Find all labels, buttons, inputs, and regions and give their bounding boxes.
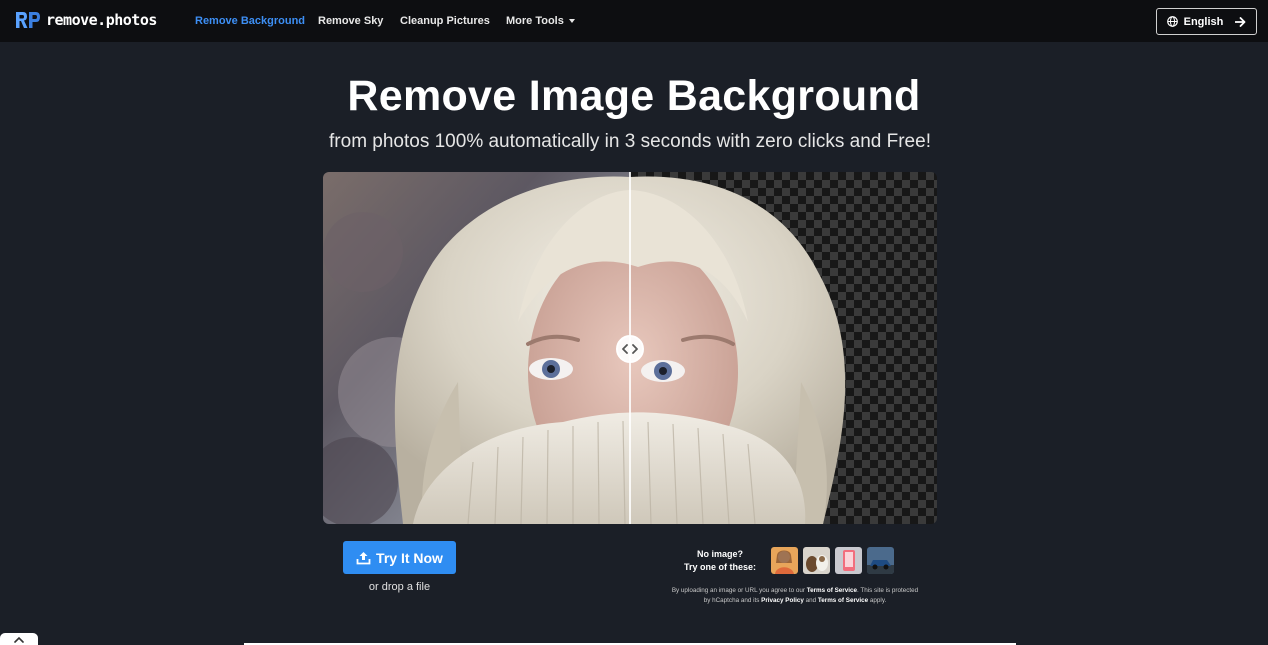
page-subtitle: from photos 100% automatically in 3 seco… — [329, 131, 931, 152]
try-it-now-label: Try It Now — [376, 549, 443, 566]
chevron-down-icon — [568, 19, 575, 24]
logo-mark-icon — [16, 12, 40, 28]
sample-images — [771, 547, 894, 574]
arrow-right-icon — [1235, 16, 1246, 27]
more-tools-label: More Tools — [506, 15, 564, 27]
before-after-comparison[interactable] — [323, 172, 937, 524]
scroll-top-button[interactable] — [0, 633, 38, 645]
page-title: Remove Image Background — [347, 72, 921, 120]
nav-link-more-tools[interactable]: More Tools — [506, 15, 575, 27]
language-selector-button[interactable]: English — [1156, 8, 1257, 35]
drop-file-text: or drop a file — [368, 581, 431, 593]
top-navbar: remove.photos Remove Background Remove S… — [0, 0, 1268, 42]
try-it-now-button[interactable]: Try It Now — [343, 541, 456, 574]
language-label: English — [1183, 15, 1224, 28]
sample-prompt: No image? Try one of these: — [676, 548, 764, 574]
globe-icon — [1166, 16, 1178, 27]
terms-of-service-link[interactable]: Terms of Service — [807, 587, 857, 594]
sample-image-dogs[interactable] — [803, 547, 830, 574]
upload-icon — [356, 551, 371, 564]
hcaptcha-terms-link[interactable]: Terms of Service — [818, 597, 868, 604]
chevron-up-icon — [14, 636, 24, 643]
sample-image-phone[interactable] — [835, 547, 862, 574]
logo-text: remove.photos — [46, 11, 157, 29]
legal-text-1: By uploading an image or URL you agree t… — [671, 587, 807, 594]
nav-link-remove-sky[interactable]: Remove Sky — [318, 15, 383, 27]
no-image-text: No image? — [696, 549, 743, 559]
legal-text-4: apply. — [868, 596, 887, 604]
nav-link-cleanup-pictures[interactable]: Cleanup Pictures — [400, 15, 490, 27]
compare-handle-icon[interactable] — [616, 335, 644, 363]
legal-text-3: and — [803, 596, 818, 604]
legal-notice: By uploading an image or URL you agree t… — [668, 586, 922, 605]
privacy-policy-link[interactable]: Privacy Policy — [761, 597, 804, 604]
logo[interactable]: remove.photos — [15, 10, 157, 30]
sample-image-woman[interactable] — [771, 547, 798, 574]
try-one-text: Try one of these: — [683, 562, 756, 572]
nav-link-remove-background[interactable]: Remove Background — [195, 15, 305, 27]
handle-arrows-icon — [622, 344, 638, 354]
sample-image-car[interactable] — [867, 547, 894, 574]
